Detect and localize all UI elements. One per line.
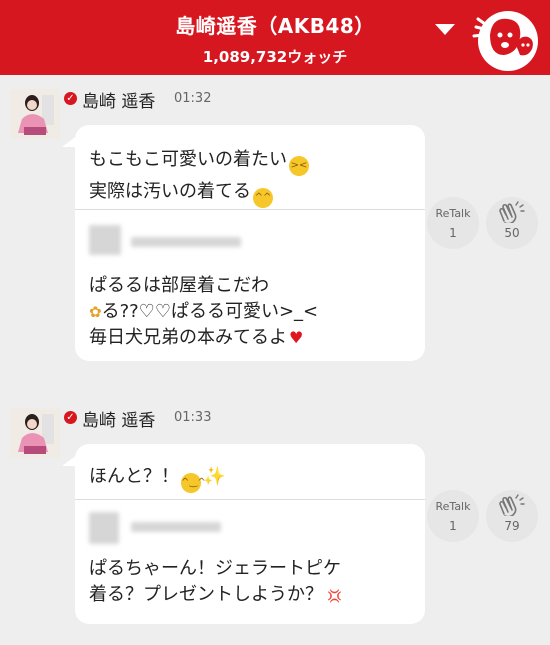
- smile-emoji-icon: ^‿^: [181, 473, 206, 493]
- clap-button[interactable]: 79: [486, 490, 538, 542]
- avatar[interactable]: [10, 89, 60, 139]
- clap-icon: [499, 494, 525, 516]
- post-1: ✓ 島崎 遥香 01:32 もこもこ可愛いの着たい >< 実際は汚いの着てる ^^ …: [0, 75, 550, 375]
- divider: [75, 209, 425, 210]
- message-line: もこもこ可愛いの着たい ><: [89, 145, 309, 176]
- retalk-count: 1: [449, 519, 457, 533]
- reply-line: 着る？プレゼントしようか？ 💢: [89, 584, 342, 605]
- reply-author: [131, 237, 241, 247]
- reply-line: 毎日犬兄弟の本みてるよ ♥: [89, 327, 304, 348]
- author-name[interactable]: 島崎 遥香: [82, 87, 155, 112]
- reply-avatar: [89, 225, 121, 255]
- reply-line: ぱるるは部屋着こだわ: [89, 275, 269, 296]
- retalk-count: 1: [449, 226, 457, 240]
- reply-line: ぱるちゃーん！ジェラートピケ: [89, 558, 341, 579]
- tears-of-joy-emoji-icon: ^^: [253, 188, 273, 208]
- check-icon: ✓: [64, 411, 77, 424]
- message-line: ほんと？！ ^‿^✨: [89, 462, 225, 493]
- chick-icon: ✿: [89, 303, 102, 321]
- reply-author: [131, 522, 221, 532]
- clap-count: 50: [504, 226, 520, 240]
- retalk-label: ReTalk: [435, 500, 471, 513]
- divider: [75, 499, 425, 500]
- author-name[interactable]: 島崎 遥香: [82, 406, 155, 431]
- reply-avatar: [89, 512, 119, 544]
- steam-icon: 💢: [327, 589, 342, 603]
- clap-button[interactable]: 50: [486, 197, 538, 249]
- mascot-icon[interactable]: [468, 5, 538, 71]
- message-bubble[interactable]: ほんと？！ ^‿^✨ ぱるちゃーん！ジェラートピケ 着る？プレゼントしようか？ 💢: [75, 444, 425, 624]
- app-header: 島崎遥香（AKB48） 1,089,732ウォッチ: [0, 0, 550, 75]
- clap-icon: [499, 201, 525, 223]
- post-time: 01:33: [174, 410, 212, 425]
- retalk-button[interactable]: ReTalk 1: [427, 490, 479, 542]
- retalk-button[interactable]: ReTalk 1: [427, 197, 479, 249]
- check-icon: ✓: [64, 92, 77, 105]
- heart-icon: ♥: [289, 328, 304, 347]
- post-time: 01:32: [174, 91, 212, 106]
- message-line: 実際は汚いの着てる ^^: [89, 177, 273, 208]
- sparkle-icon: ✨: [203, 466, 226, 487]
- reply-line: ✿る??♡♡ぱるる可愛い>_<: [89, 301, 319, 322]
- post-2: ✓ 島崎 遥香 01:33 ほんと？！ ^‿^✨ ぱるちゃーん！ジェラートピケ 着…: [0, 394, 550, 645]
- message-bubble[interactable]: もこもこ可愛いの着たい >< 実際は汚いの着てる ^^ ぱるるは部屋着こだわ ✿る?…: [75, 125, 425, 361]
- avatar[interactable]: [10, 408, 60, 458]
- clap-count: 79: [504, 519, 520, 533]
- pout-emoji-icon: ><: [289, 156, 309, 176]
- retalk-label: ReTalk: [435, 207, 471, 220]
- chevron-down-icon[interactable]: [435, 24, 455, 35]
